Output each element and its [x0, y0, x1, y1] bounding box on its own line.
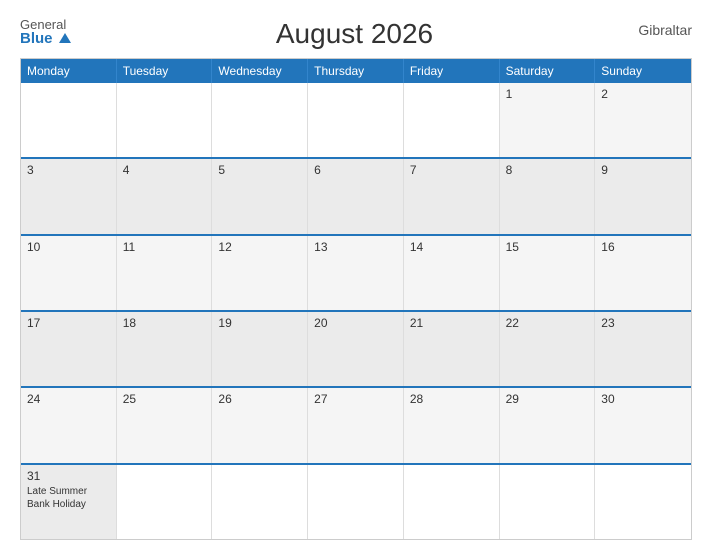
day-number: 4: [123, 163, 206, 177]
day-header: Sunday: [595, 59, 691, 83]
day-number: 3: [27, 163, 110, 177]
calendar-week: 24 25 26 27 28 29 30: [21, 386, 691, 462]
day-cell: 15: [500, 236, 596, 310]
day-number: 30: [601, 392, 685, 406]
calendar-week: 12: [21, 83, 691, 157]
day-cell: 7: [404, 159, 500, 233]
day-number: 26: [218, 392, 301, 406]
calendar-week: 10 11 12 13 14 15 16: [21, 234, 691, 310]
calendar-title: August 2026: [71, 18, 639, 50]
day-number: 9: [601, 163, 685, 177]
day-header: Monday: [21, 59, 117, 83]
day-cell: 19: [212, 312, 308, 386]
day-cell: 10: [21, 236, 117, 310]
day-cell: 14: [404, 236, 500, 310]
day-number: 21: [410, 316, 493, 330]
day-cell: 12: [212, 236, 308, 310]
header: General Blue August 2026 Gibraltar: [20, 18, 692, 50]
day-cell: 26: [212, 388, 308, 462]
day-number: 23: [601, 316, 685, 330]
day-number: 22: [506, 316, 589, 330]
day-cell: [595, 465, 691, 539]
day-cell: 16: [595, 236, 691, 310]
day-number: 18: [123, 316, 206, 330]
day-number: 7: [410, 163, 493, 177]
day-cell: 3: [21, 159, 117, 233]
region-label: Gibraltar: [638, 18, 692, 38]
day-number: 8: [506, 163, 589, 177]
day-cell: 25: [117, 388, 213, 462]
day-cell: 24: [21, 388, 117, 462]
day-cell: [404, 83, 500, 157]
day-cell: 22: [500, 312, 596, 386]
day-number: 15: [506, 240, 589, 254]
day-cell: 30: [595, 388, 691, 462]
day-number: 29: [506, 392, 589, 406]
day-number: 2: [601, 87, 685, 101]
day-number: 25: [123, 392, 206, 406]
day-headers-row: MondayTuesdayWednesdayThursdayFridaySatu…: [21, 59, 691, 83]
day-number: 27: [314, 392, 397, 406]
day-number: 16: [601, 240, 685, 254]
day-header: Thursday: [308, 59, 404, 83]
day-cell: [500, 465, 596, 539]
day-cell: 1: [500, 83, 596, 157]
calendar-grid: MondayTuesdayWednesdayThursdayFridaySatu…: [20, 58, 692, 540]
day-number: 24: [27, 392, 110, 406]
day-cell: 18: [117, 312, 213, 386]
day-cell: 2: [595, 83, 691, 157]
day-cell: [212, 465, 308, 539]
day-number: 20: [314, 316, 397, 330]
day-number: 6: [314, 163, 397, 177]
day-number: 14: [410, 240, 493, 254]
day-number: 31: [27, 469, 110, 483]
day-cell: [404, 465, 500, 539]
day-number: 12: [218, 240, 301, 254]
calendar-week: 3456789: [21, 157, 691, 233]
day-number: 28: [410, 392, 493, 406]
day-cell: 5: [212, 159, 308, 233]
day-cell: 21: [404, 312, 500, 386]
day-cell: [21, 83, 117, 157]
day-cell: 11: [117, 236, 213, 310]
calendar-week: 17 18 19 20 21 22 23: [21, 310, 691, 386]
day-cell: [308, 465, 404, 539]
day-number: 19: [218, 316, 301, 330]
day-cell: 23: [595, 312, 691, 386]
day-cell: 20: [308, 312, 404, 386]
day-cell: [308, 83, 404, 157]
weeks-container: 1234567891011121314151617181920212223242…: [21, 83, 691, 539]
day-number: 1: [506, 87, 589, 101]
day-cell: [117, 83, 213, 157]
day-cell: 31 Late Summer Bank Holiday: [21, 465, 117, 539]
day-cell: 6: [308, 159, 404, 233]
day-header: Friday: [404, 59, 500, 83]
day-number: 5: [218, 163, 301, 177]
day-cell: 28: [404, 388, 500, 462]
logo-triangle-icon: [59, 33, 71, 43]
day-number: 11: [123, 240, 206, 254]
day-cell: 17: [21, 312, 117, 386]
logo-blue-text: Blue: [20, 31, 71, 46]
event-text: Late Summer Bank Holiday: [27, 485, 110, 511]
day-cell: 27: [308, 388, 404, 462]
day-number: 10: [27, 240, 110, 254]
day-number: 13: [314, 240, 397, 254]
day-number: 17: [27, 316, 110, 330]
day-cell: 13: [308, 236, 404, 310]
day-header: Tuesday: [117, 59, 213, 83]
day-cell: 8: [500, 159, 596, 233]
day-cell: [117, 465, 213, 539]
day-header: Wednesday: [212, 59, 308, 83]
day-cell: [212, 83, 308, 157]
day-cell: 4: [117, 159, 213, 233]
day-cell: 9: [595, 159, 691, 233]
calendar-page: General Blue August 2026 Gibraltar Monda…: [0, 0, 712, 550]
day-cell: 29: [500, 388, 596, 462]
calendar-week: 31 Late Summer Bank Holiday: [21, 463, 691, 539]
day-header: Saturday: [500, 59, 596, 83]
logo: General Blue: [20, 18, 71, 46]
